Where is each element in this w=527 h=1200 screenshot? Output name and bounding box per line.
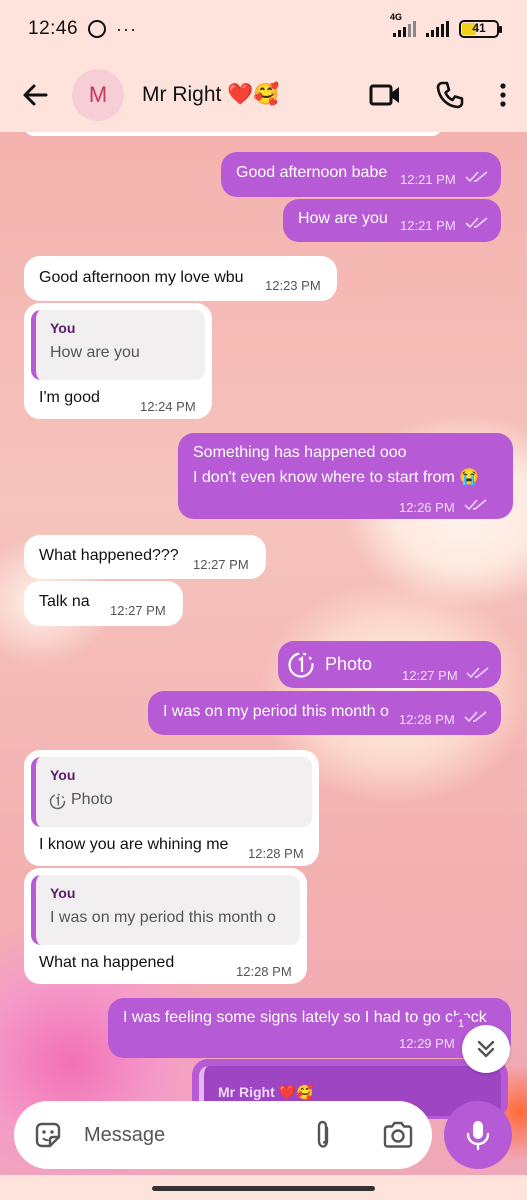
unread-count-badge: 1 (451, 1014, 471, 1034)
read-ticks-icon (464, 711, 487, 723)
quoted-sender: You (50, 767, 76, 783)
message-bubble-incoming-reply[interactable]: You Photo I know you are whining me 12:2… (24, 750, 319, 866)
quoted-message[interactable]: You Photo (31, 757, 312, 827)
message-text: Talk na (39, 593, 90, 610)
attach-icon[interactable] (312, 1119, 334, 1151)
whatsapp-notification-icon (88, 20, 107, 38)
read-ticks-icon (465, 171, 488, 183)
message-bubble-incoming-reply[interactable]: You I was on my period this month o What… (24, 868, 307, 984)
double-chevron-down-icon (477, 1040, 495, 1058)
voice-message-button[interactable] (444, 1101, 512, 1169)
message-bubble-incoming-reply[interactable]: You How are you I'm good 12:24 PM (24, 303, 212, 419)
status-bar: 12:46 ··· 4G 41 (0, 0, 527, 58)
message-text: What na happened (39, 954, 175, 971)
message-text: I was feeling some signs lately so I had… (123, 1009, 487, 1026)
contact-name[interactable]: Mr Right ❤️🥰 (142, 83, 279, 107)
message-text: Good afternoon my love wbu (39, 269, 244, 286)
message-time: 12:27 PM (193, 557, 249, 572)
message-input[interactable]: Message (84, 1124, 165, 1147)
message-input-bar[interactable]: Message (14, 1101, 432, 1169)
read-ticks-icon (464, 499, 487, 511)
message-bubble-incoming[interactable]: Talk na 12:27 PM (24, 581, 183, 626)
voice-call-icon[interactable] (435, 80, 465, 110)
read-ticks-icon (466, 667, 489, 679)
signal-4g-icon: 4G (390, 12, 416, 37)
message-bubble-view-once-photo[interactable]: Photo 12:27 PM (278, 641, 501, 688)
message-time: 12:26 PM (399, 500, 455, 515)
status-time: 12:46 (28, 18, 79, 39)
quoted-message[interactable]: You How are you (31, 310, 205, 380)
message-time: 12:27 PM (110, 603, 166, 618)
message-bubble-incoming[interactable]: Good afternoon my love wbu 12:23 PM (24, 256, 337, 301)
message-time: 12:24 PM (140, 399, 196, 414)
quoted-text: I was on my period this month o (50, 909, 276, 926)
message-time: 12:29 PM (399, 1036, 455, 1051)
network-type: 4G (390, 12, 403, 22)
chat-area[interactable]: Good afternoon babe 12:21 PM How are you… (0, 132, 527, 1200)
message-text-line1: Something has happened ooo (193, 444, 407, 461)
camera-icon[interactable] (382, 1120, 414, 1150)
message-bubble-outgoing[interactable]: Good afternoon babe 12:21 PM (221, 152, 501, 197)
back-arrow-icon[interactable] (20, 80, 50, 110)
home-gesture-bar[interactable] (152, 1186, 375, 1191)
message-bubble-incoming[interactable]: What happened??? 12:27 PM (24, 535, 266, 579)
battery-level: 41 (472, 21, 486, 35)
read-ticks-icon (465, 217, 488, 229)
video-call-icon[interactable] (369, 82, 401, 108)
chat-header: M Mr Right ❤️🥰 (0, 58, 527, 132)
message-text: How are you (298, 210, 388, 227)
message-text: I'm good (39, 389, 100, 406)
message-time: 12:21 PM (400, 172, 456, 187)
message-text: What happened??? (39, 547, 179, 564)
message-time: 12:28 PM (236, 964, 292, 979)
view-once-icon (49, 793, 66, 810)
quoted-sender: You (50, 885, 76, 901)
message-time: 12:28 PM (248, 846, 304, 861)
message-text: Good afternoon babe (236, 164, 388, 181)
quoted-sender: Mr Right ❤️🥰 (218, 1084, 314, 1100)
avatar[interactable]: M (72, 69, 124, 121)
quoted-text: How are you (50, 344, 140, 361)
message-time: 12:21 PM (400, 218, 456, 233)
message-text-line2: I don't even know where to start from 😭 (193, 469, 480, 486)
quoted-sender: You (50, 320, 76, 336)
message-bubble-outgoing[interactable]: I was on my period this month o 12:28 PM (148, 691, 501, 735)
battery-icon: 41 (459, 20, 502, 38)
message-bubble-outgoing[interactable]: Something has happened ooo I don't even … (178, 433, 513, 519)
message-bubble-partial[interactable] (24, 132, 442, 136)
scroll-to-bottom-button[interactable] (462, 1025, 510, 1073)
signal-icon (426, 21, 449, 37)
more-notifications-icon: ··· (116, 18, 138, 39)
message-text: I was on my period this month o (163, 703, 389, 720)
message-time: 12:23 PM (265, 278, 321, 293)
message-time: 12:27 PM (402, 668, 458, 683)
message-bubble-outgoing[interactable]: I was feeling some signs lately so I had… (108, 998, 511, 1058)
avatar-initial: M (88, 82, 108, 107)
more-options-icon[interactable] (499, 82, 507, 108)
message-bubble-outgoing[interactable]: How are you 12:21 PM (283, 199, 501, 242)
microphone-icon (466, 1121, 490, 1151)
quoted-message[interactable]: You I was on my period this month o (31, 875, 300, 945)
view-once-icon (288, 652, 314, 678)
message-time: 12:28 PM (399, 712, 455, 727)
message-text: Photo (325, 654, 373, 674)
message-text: I know you are whining me (39, 836, 229, 853)
sticker-icon[interactable] (32, 1119, 64, 1151)
quoted-text: Photo (71, 791, 113, 808)
